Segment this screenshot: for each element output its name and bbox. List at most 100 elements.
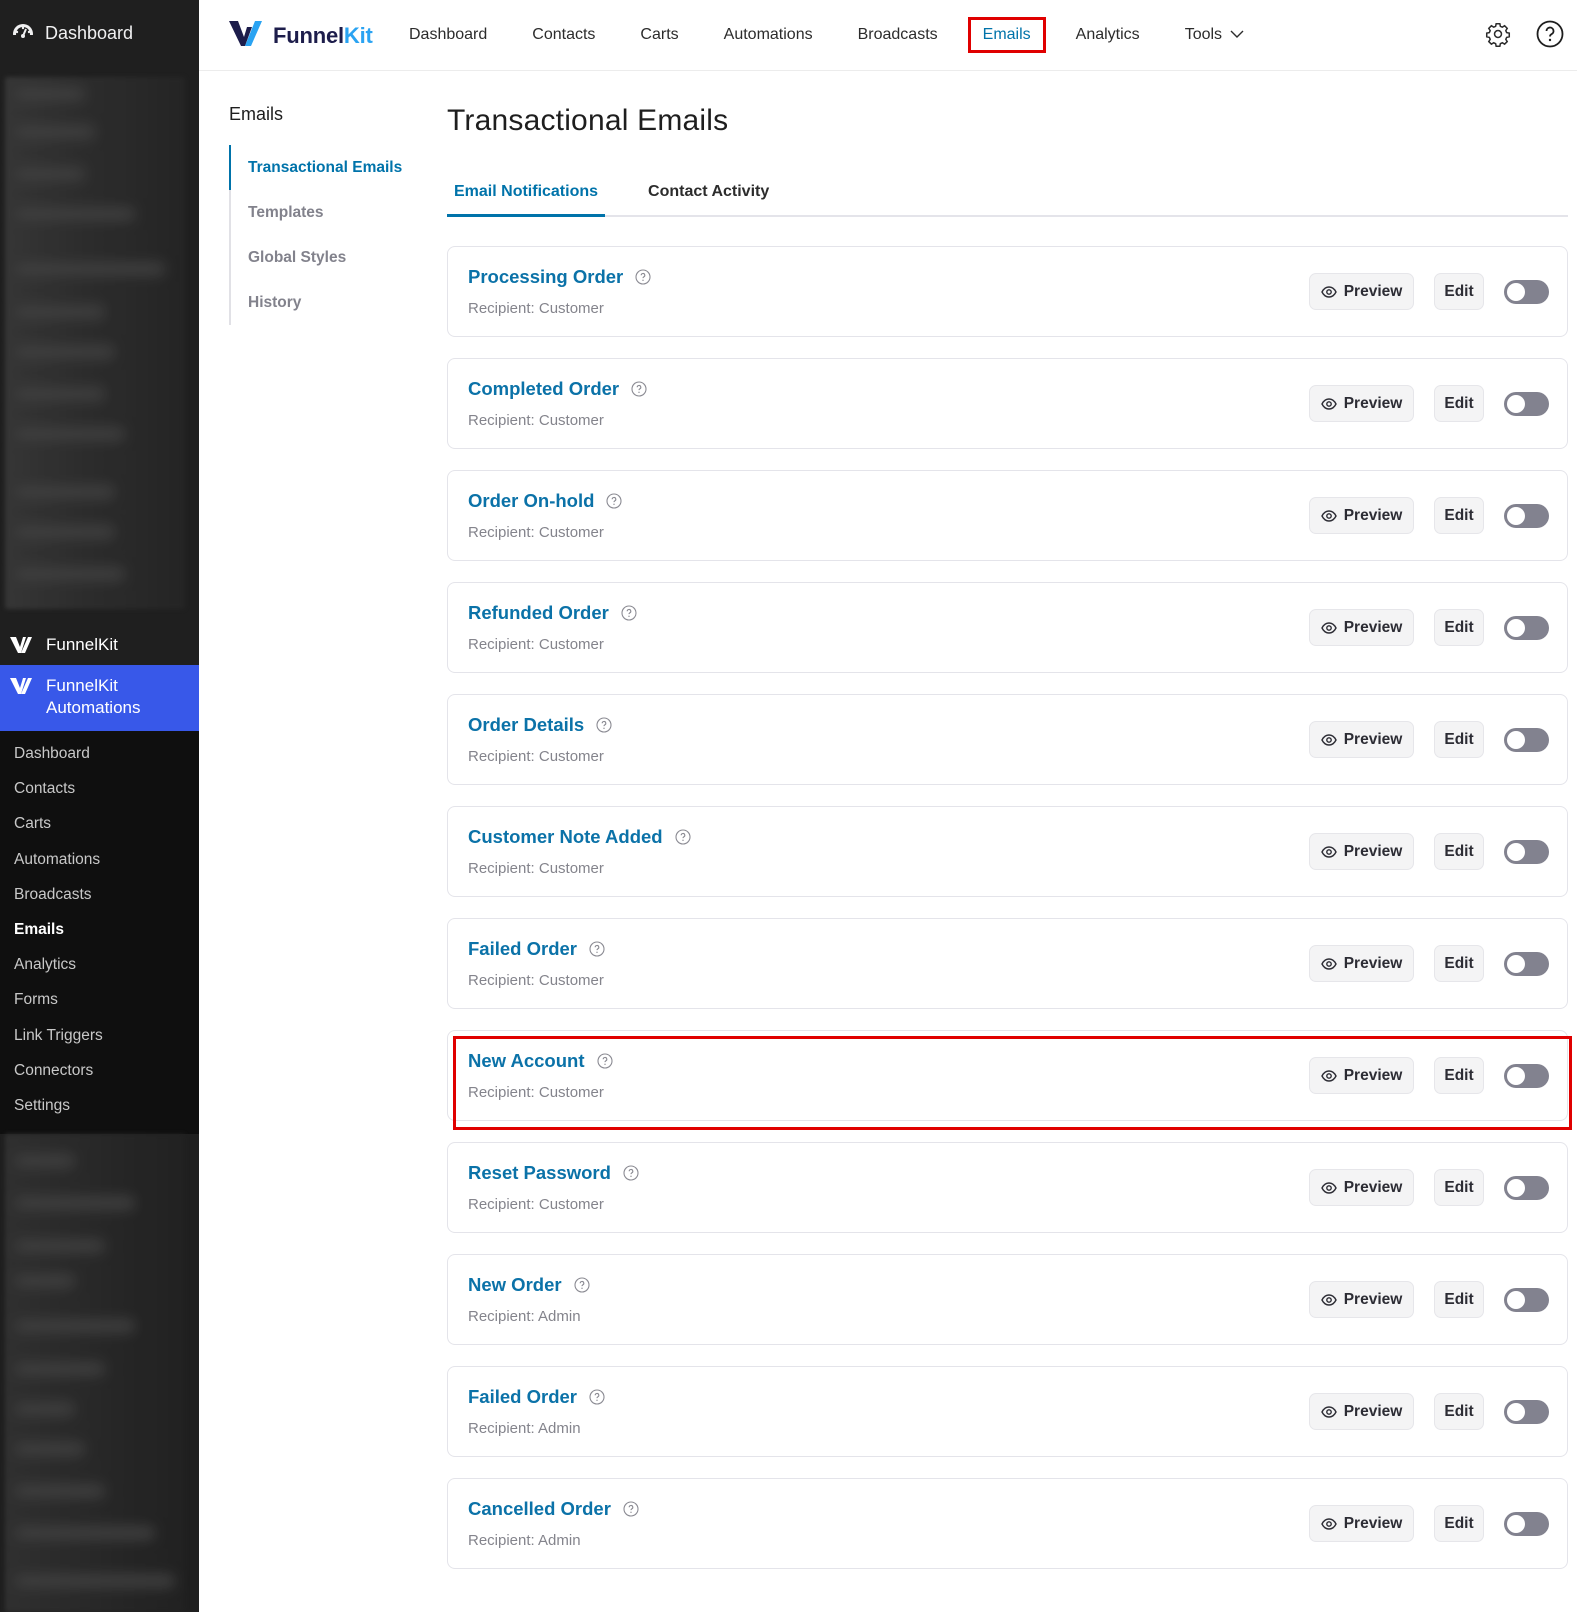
help-circle-icon[interactable]	[635, 269, 651, 285]
help-circle-icon[interactable]	[596, 717, 612, 733]
wp-submenu-analytics[interactable]: Analytics	[0, 948, 199, 983]
preview-button[interactable]: Preview	[1309, 1281, 1414, 1318]
edit-button[interactable]: Edit	[1434, 833, 1484, 870]
email-name[interactable]: Failed Order	[468, 1386, 577, 1408]
email-name[interactable]: Completed Order	[468, 378, 619, 400]
wp-submenu-forms[interactable]: Forms	[0, 983, 199, 1018]
wp-menu-funnelkit-automations[interactable]: FunnelKit Automations	[0, 665, 199, 731]
preview-button[interactable]: Preview	[1309, 1057, 1414, 1094]
nav-automations[interactable]: Automations	[724, 20, 813, 50]
edit-button[interactable]: Edit	[1434, 1281, 1484, 1318]
help-circle-icon[interactable]	[621, 605, 637, 621]
enable-toggle[interactable]	[1504, 279, 1549, 304]
enable-toggle[interactable]	[1504, 1063, 1549, 1088]
edit-button[interactable]: Edit	[1434, 497, 1484, 534]
eye-icon	[1320, 621, 1337, 634]
nav-carts[interactable]: Carts	[640, 20, 678, 50]
subnav-templates[interactable]: Templates	[229, 190, 419, 235]
enable-toggle[interactable]	[1504, 951, 1549, 976]
email-name[interactable]: Order On-hold	[468, 490, 594, 512]
wp-submenu-settings[interactable]: Settings	[0, 1089, 199, 1124]
enable-toggle[interactable]	[1504, 615, 1549, 640]
help-circle-icon[interactable]	[606, 493, 622, 509]
email-name[interactable]: New Account	[468, 1050, 585, 1072]
enable-toggle[interactable]	[1504, 1399, 1549, 1424]
preview-button[interactable]: Preview	[1309, 833, 1414, 870]
wp-submenu-automations[interactable]: Automations	[0, 843, 199, 878]
nav-analytics[interactable]: Analytics	[1076, 20, 1140, 50]
eye-icon	[1320, 1181, 1337, 1194]
enable-toggle[interactable]	[1504, 391, 1549, 416]
edit-label: Edit	[1444, 1402, 1474, 1420]
email-name[interactable]: Reset Password	[468, 1162, 611, 1184]
wp-submenu-emails[interactable]: Emails	[0, 913, 199, 948]
edit-button[interactable]: Edit	[1434, 945, 1484, 982]
email-name[interactable]: Failed Order	[468, 938, 577, 960]
email-name[interactable]: Cancelled Order	[468, 1498, 611, 1520]
edit-button[interactable]: Edit	[1434, 273, 1484, 310]
help-circle-icon[interactable]	[589, 941, 605, 957]
enable-toggle[interactable]	[1504, 1287, 1549, 1312]
enable-toggle[interactable]	[1504, 1175, 1549, 1200]
preview-button[interactable]: Preview	[1309, 945, 1414, 982]
enable-toggle[interactable]	[1504, 503, 1549, 528]
nav-contacts[interactable]: Contacts	[532, 20, 595, 50]
edit-button[interactable]: Edit	[1434, 385, 1484, 422]
preview-label: Preview	[1343, 1178, 1403, 1196]
email-name[interactable]: Processing Order	[468, 266, 623, 288]
gear-icon[interactable]	[1483, 19, 1513, 49]
edit-button[interactable]: Edit	[1434, 721, 1484, 758]
toggle-knob	[1507, 618, 1525, 637]
enable-toggle[interactable]	[1504, 727, 1549, 752]
subnav-global-styles[interactable]: Global Styles	[229, 235, 419, 280]
wp-submenu-contacts[interactable]: Contacts	[0, 772, 199, 807]
preview-button[interactable]: Preview	[1309, 1169, 1414, 1206]
help-circle-icon[interactable]	[631, 381, 647, 397]
toggle-knob	[1507, 1290, 1525, 1309]
enable-toggle[interactable]	[1504, 1511, 1549, 1536]
preview-button[interactable]: Preview	[1309, 385, 1414, 422]
help-circle-icon[interactable]	[623, 1165, 639, 1181]
preview-button[interactable]: Preview	[1309, 609, 1414, 646]
nav-emails[interactable]: Emails	[967, 17, 1046, 53]
tab-email-notifications[interactable]: Email Notifications	[447, 173, 606, 217]
edit-button[interactable]: Edit	[1434, 1393, 1484, 1430]
nav-dashboard[interactable]: Dashboard	[409, 20, 487, 50]
preview-button[interactable]: Preview	[1309, 497, 1414, 534]
preview-button[interactable]: Preview	[1309, 1505, 1414, 1542]
wp-submenu-connectors[interactable]: Connectors	[0, 1054, 199, 1089]
edit-button[interactable]: Edit	[1434, 609, 1484, 646]
tab-contact-activity[interactable]: Contact Activity	[641, 173, 776, 217]
preview-button[interactable]: Preview	[1309, 273, 1414, 310]
email-name[interactable]: Customer Note Added	[468, 826, 663, 848]
email-name[interactable]: Refunded Order	[468, 602, 609, 624]
edit-button[interactable]: Edit	[1434, 1505, 1484, 1542]
help-circle-icon[interactable]	[623, 1501, 639, 1517]
wp-menu-funnelkit[interactable]: FunnelKit	[0, 624, 199, 666]
subnav-history[interactable]: History	[229, 280, 419, 325]
email-name[interactable]: New Order	[468, 1274, 562, 1296]
tabs: Email Notifications Contact Activity	[447, 173, 1568, 217]
funnelkit-brand[interactable]: FunnelKit	[229, 19, 373, 52]
help-circle-icon[interactable]	[589, 1389, 605, 1405]
edit-button[interactable]: Edit	[1434, 1169, 1484, 1206]
edit-button[interactable]: Edit	[1434, 1057, 1484, 1094]
nav-tools[interactable]: Tools	[1185, 20, 1244, 50]
preview-button[interactable]: Preview	[1309, 1393, 1414, 1430]
email-card: Failed Order Recipient: Admin Preview Ed…	[447, 1366, 1568, 1457]
preview-button[interactable]: Preview	[1309, 721, 1414, 758]
subnav-transactional-emails[interactable]: Transactional Emails	[229, 145, 419, 190]
help-circle-icon[interactable]	[596, 1053, 613, 1069]
email-card: Completed Order Recipient: Customer Prev…	[447, 358, 1568, 449]
wp-submenu-carts[interactable]: Carts	[0, 807, 199, 842]
help-icon[interactable]	[1535, 19, 1565, 49]
wp-submenu-link-triggers[interactable]: Link Triggers	[0, 1019, 199, 1054]
nav-broadcasts[interactable]: Broadcasts	[858, 20, 938, 50]
enable-toggle[interactable]	[1504, 839, 1549, 864]
help-circle-icon[interactable]	[574, 1277, 590, 1293]
wp-submenu-dashboard[interactable]: Dashboard	[0, 737, 199, 772]
email-name[interactable]: Order Details	[468, 714, 584, 736]
wp-submenu-broadcasts[interactable]: Broadcasts	[0, 878, 199, 913]
wp-dashboard-menu-item[interactable]: Dashboard	[0, 0, 199, 66]
help-circle-icon[interactable]	[675, 829, 691, 845]
